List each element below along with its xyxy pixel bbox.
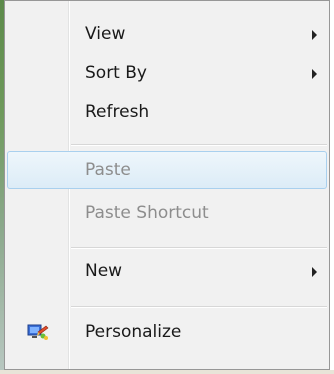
menu-item-label: New xyxy=(85,261,123,281)
menu-separator xyxy=(71,144,327,146)
menu-item-refresh[interactable]: Refresh xyxy=(7,93,327,131)
menu-separator xyxy=(71,306,327,308)
submenu-arrow-icon xyxy=(312,69,317,79)
menu-item-label: Sort By xyxy=(85,63,147,83)
menu-item-view[interactable]: View xyxy=(7,15,327,53)
menu-item-paste-shortcut[interactable]: Paste Shortcut xyxy=(7,194,327,232)
personalize-icon xyxy=(27,324,49,340)
menu-item-sort-by[interactable]: Sort By xyxy=(7,54,327,92)
submenu-arrow-icon xyxy=(312,30,317,40)
menu-item-label: Personalize xyxy=(85,322,182,342)
desktop-context-menu: View Sort By Refresh Paste Paste Shortcu… xyxy=(4,0,330,370)
menu-item-label: Paste xyxy=(85,160,131,180)
menu-separator xyxy=(71,247,327,249)
menu-item-paste[interactable]: Paste xyxy=(7,151,327,189)
menu-item-personalize[interactable]: Personalize xyxy=(7,313,327,351)
menu-item-label: View xyxy=(85,24,126,44)
menu-item-label: Refresh xyxy=(85,102,150,122)
submenu-arrow-icon xyxy=(312,267,317,277)
desktop-background-bottom xyxy=(0,370,334,374)
menu-item-label: Paste Shortcut xyxy=(85,203,209,223)
menu-item-new[interactable]: New xyxy=(7,252,327,290)
